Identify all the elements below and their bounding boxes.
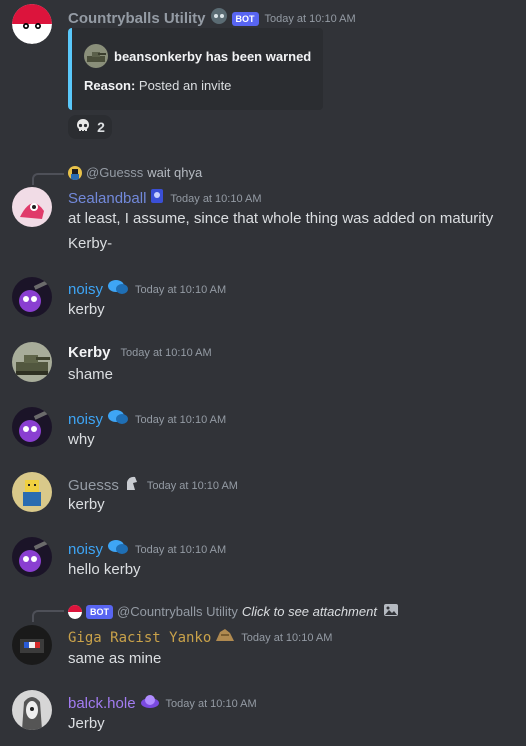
stone-badge-icon xyxy=(215,627,235,648)
avatar[interactable] xyxy=(12,472,52,512)
skull-icon xyxy=(75,118,91,137)
timestamp[interactable]: Today at 10:10 AM xyxy=(135,544,226,556)
reply-text[interactable]: Click to see attachment xyxy=(242,604,377,619)
avatar[interactable] xyxy=(12,690,52,730)
timestamp[interactable]: Today at 10:10 AM xyxy=(135,414,226,426)
message-text: hello kerby xyxy=(68,561,141,578)
avatar[interactable] xyxy=(12,342,52,382)
message-header: balck.hole Today at 10:10 AM xyxy=(68,692,257,715)
message-header: Guesss Today at 10:10 AM xyxy=(68,474,238,497)
timestamp[interactable]: Today at 10:10 AM xyxy=(265,13,356,25)
avatar[interactable] xyxy=(12,625,52,665)
message-kerby: Kerby Today at 10:10 AM shame xyxy=(0,338,526,390)
timestamp[interactable]: Today at 10:10 AM xyxy=(241,632,332,644)
reaction-button[interactable]: 2 xyxy=(68,115,112,139)
message-text: kerby xyxy=(68,301,105,318)
avatar[interactable] xyxy=(12,407,52,447)
username[interactable]: Kerby xyxy=(68,344,111,361)
message-header: Kerby Today at 10:10 AM xyxy=(68,344,212,361)
reply-mention[interactable]: @Countryballs Utility xyxy=(117,604,238,619)
chat-badge-icon xyxy=(107,409,129,430)
username[interactable]: noisy xyxy=(68,411,103,428)
reason-label: Reason: xyxy=(84,78,136,93)
message-header: noisy Today at 10:10 AM xyxy=(68,539,226,560)
message-text: same as mine xyxy=(68,650,162,667)
warning-embed: beansonkerby has been warned Reason: Pos… xyxy=(68,28,323,110)
image-icon xyxy=(383,602,399,621)
passport-badge-icon xyxy=(150,188,164,209)
avatar[interactable] xyxy=(12,187,52,227)
embed-description: Reason: Posted an invite xyxy=(84,78,231,93)
message-header: Giga Racist Yanko Today at 10:10 AM xyxy=(68,627,332,648)
message-text: why xyxy=(68,431,95,448)
embed-title-text: beansonkerby has been warned xyxy=(114,48,312,64)
message-line: at least, I assume, since that whole thi… xyxy=(68,210,494,227)
bot-tag: BOT xyxy=(231,11,259,26)
reply-avatar xyxy=(68,604,82,619)
reaction-count: 2 xyxy=(97,119,105,135)
avatar[interactable] xyxy=(12,537,52,577)
chat-badge-icon xyxy=(107,539,129,560)
avatar[interactable] xyxy=(12,4,52,44)
username[interactable]: noisy xyxy=(68,281,103,298)
message-header: Countryballs Utility BOT Today at 10:10 … xyxy=(68,7,356,30)
reply-preview[interactable]: @Guesss wait qhya xyxy=(68,165,202,180)
message-balck-hole: balck.hole Today at 10:10 AM Jerby xyxy=(0,686,526,746)
message-giga-racist-yanko: BOT @Countryballs Utility Click to see a… xyxy=(0,598,526,676)
message-header: noisy Today at 10:10 AM xyxy=(68,409,226,430)
chat-badge-icon xyxy=(107,279,129,300)
reply-mention[interactable]: @Guesss xyxy=(86,165,143,180)
username[interactable]: balck.hole xyxy=(68,695,136,712)
message-noisy: noisy Today at 10:10 AM why xyxy=(0,403,526,455)
message-text: Jerby xyxy=(68,715,105,732)
message-guesss: Guesss Today at 10:10 AM kerby xyxy=(0,468,526,520)
message-sealandball: @Guesss wait qhya Sealandball Today at 1… xyxy=(0,160,526,260)
globe-badge-icon xyxy=(210,7,228,30)
timestamp[interactable]: Today at 10:10 AM xyxy=(170,193,261,205)
knight-badge-icon xyxy=(123,474,141,497)
username[interactable]: noisy xyxy=(68,541,103,558)
username[interactable]: Giga Racist Yanko xyxy=(68,630,211,646)
username[interactable]: Guesss xyxy=(68,477,119,494)
message-noisy: noisy Today at 10:10 AM hello kerby xyxy=(0,533,526,585)
message-text: kerby xyxy=(68,496,105,513)
timestamp[interactable]: Today at 10:10 AM xyxy=(147,480,238,492)
message-header: noisy Today at 10:10 AM xyxy=(68,279,226,300)
timestamp[interactable]: Today at 10:10 AM xyxy=(166,698,257,710)
reply-text: wait qhya xyxy=(147,165,203,180)
reply-connector xyxy=(32,610,64,622)
reply-preview[interactable]: BOT @Countryballs Utility Click to see a… xyxy=(68,602,399,621)
tank-thumbnail-icon xyxy=(84,44,108,68)
message-line: Kerby- xyxy=(68,235,113,252)
message-countryballs-utility: Countryballs Utility BOT Today at 10:10 … xyxy=(0,0,526,145)
message-header: Sealandball Today at 10:10 AM xyxy=(68,188,262,209)
message-text: shame xyxy=(68,366,114,383)
timestamp[interactable]: Today at 10:10 AM xyxy=(121,347,212,359)
reply-avatar xyxy=(68,165,82,180)
reply-connector xyxy=(32,173,64,185)
username[interactable]: Countryballs Utility xyxy=(68,10,206,27)
avatar[interactable] xyxy=(12,277,52,317)
reply-bot-tag: BOT xyxy=(86,604,113,619)
orb-badge-icon xyxy=(140,692,160,715)
message-noisy: noisy Today at 10:10 AM kerby xyxy=(0,273,526,325)
reason-text: Posted an invite xyxy=(135,78,232,93)
username[interactable]: Sealandball xyxy=(68,190,146,207)
embed-title: beansonkerby has been warned xyxy=(84,44,311,68)
timestamp[interactable]: Today at 10:10 AM xyxy=(135,284,226,296)
